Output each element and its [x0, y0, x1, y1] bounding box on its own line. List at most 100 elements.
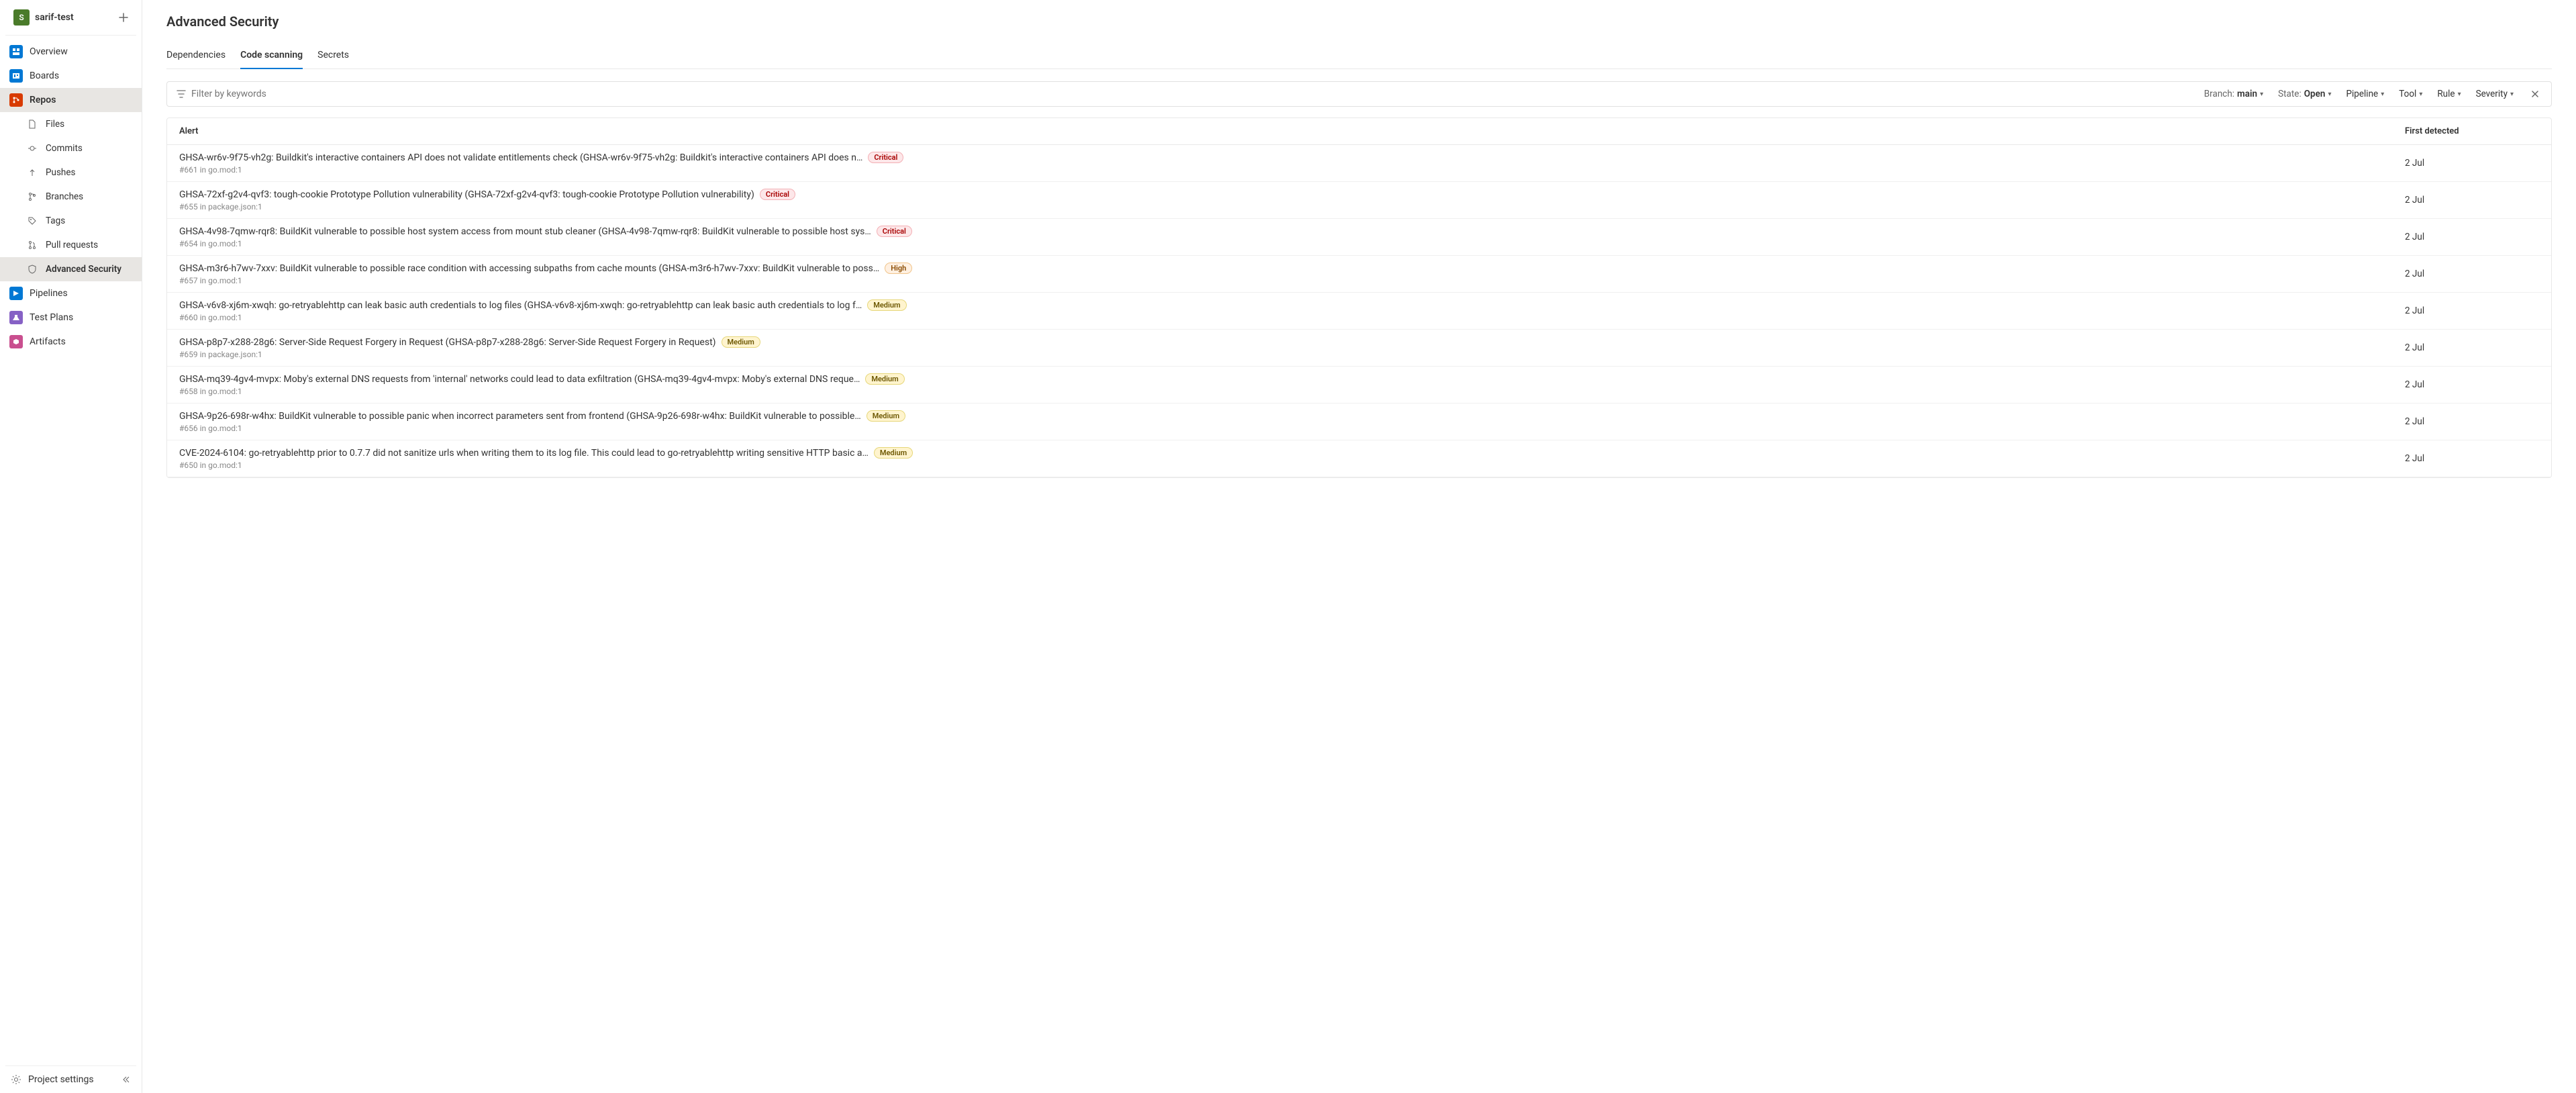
filter-tool[interactable]: Tool ▾	[2399, 89, 2422, 99]
overview-icon	[9, 45, 23, 58]
nav-project-settings[interactable]: Project settings	[9, 1073, 94, 1086]
col-first-detected[interactable]: First detected	[2405, 126, 2539, 136]
filter-label: Tool	[2399, 89, 2416, 99]
alert-location: #656 in go.mod:1	[179, 424, 2405, 433]
page-title: Advanced Security	[166, 13, 2552, 30]
sidebar: S sarif-test Overview Boards Repos	[0, 0, 142, 1093]
filter-state[interactable]: State: Open ▾	[2278, 89, 2331, 99]
row-main: CVE-2024-6104: go-retryablehttp prior to…	[179, 447, 2405, 470]
severity-badge: Medium	[874, 447, 913, 459]
alert-location: #655 in package.json:1	[179, 202, 2405, 211]
table-row[interactable]: GHSA-4v98-7qmw-rqr8: BuildKit vulnerable…	[167, 219, 2551, 256]
nav-label: Pushes	[46, 167, 76, 178]
row-main: GHSA-v6v8-xj6m-xwqh: go-retryablehttp ca…	[179, 299, 2405, 322]
nav-pipelines[interactable]: Pipelines	[0, 281, 142, 305]
clear-filters-button[interactable]	[2528, 90, 2542, 98]
row-main: GHSA-wr6v-9f75-vh2g: Buildkit's interact…	[179, 152, 2405, 175]
first-detected: 2 Jul	[2405, 269, 2539, 279]
table-row[interactable]: CVE-2024-6104: go-retryablehttp prior to…	[167, 440, 2551, 477]
table-row[interactable]: GHSA-wr6v-9f75-vh2g: Buildkit's interact…	[167, 145, 2551, 182]
alert-location: #650 in go.mod:1	[179, 461, 2405, 470]
filter-severity[interactable]: Severity ▾	[2476, 89, 2514, 99]
severity-badge: Medium	[722, 336, 760, 348]
tags-icon	[26, 214, 39, 228]
nav-test-plans[interactable]: Test Plans	[0, 305, 142, 330]
chevron-down-icon: ▾	[2458, 91, 2461, 98]
filter-label: State:	[2278, 89, 2301, 99]
first-detected: 2 Jul	[2405, 305, 2539, 316]
nav-overview[interactable]: Overview	[0, 40, 142, 64]
tab-dependencies[interactable]: Dependencies	[166, 43, 226, 68]
filter-search[interactable]	[177, 89, 2195, 99]
nav-label: Tags	[46, 216, 65, 226]
main-content: Advanced Security Dependencies Code scan…	[142, 0, 2576, 1093]
table-row[interactable]: GHSA-p8p7-x288-28g6: Server-Side Request…	[167, 330, 2551, 367]
first-detected: 2 Jul	[2405, 453, 2539, 464]
severity-badge: Medium	[867, 299, 906, 311]
add-icon[interactable]	[119, 13, 128, 22]
alert-location: #660 in go.mod:1	[179, 313, 2405, 322]
row-main: GHSA-72xf-g2v4-qvf3: tough-cookie Protot…	[179, 189, 2405, 211]
chevron-down-icon: ▾	[2510, 91, 2514, 98]
nav-pull-requests[interactable]: Pull requests	[0, 233, 142, 257]
project-switcher[interactable]: S sarif-test	[13, 9, 74, 26]
gear-icon	[9, 1073, 23, 1086]
table-row[interactable]: GHSA-v6v8-xj6m-xwqh: go-retryablehttp ca…	[167, 293, 2551, 330]
chevron-down-icon: ▾	[2381, 91, 2384, 98]
files-icon	[26, 117, 39, 131]
nav-advanced-security[interactable]: Advanced Security	[0, 257, 142, 281]
filter-value: Open	[2304, 89, 2326, 99]
collapse-icon[interactable]	[123, 1075, 132, 1084]
nav-tags[interactable]: Tags	[0, 209, 142, 233]
filter-icon	[177, 89, 186, 99]
filter-input[interactable]	[191, 89, 2195, 99]
nav-label: Project settings	[28, 1074, 94, 1085]
chevron-down-icon: ▾	[2260, 91, 2263, 98]
alert-title: GHSA-4v98-7qmw-rqr8: BuildKit vulnerable…	[179, 226, 871, 237]
nav-artifacts[interactable]: Artifacts	[0, 330, 142, 354]
alerts-table: Alert First detected GHSA-wr6v-9f75-vh2g…	[166, 117, 2552, 478]
alert-location: #659 in package.json:1	[179, 350, 2405, 359]
nav-commits[interactable]: Commits	[0, 136, 142, 160]
project-avatar: S	[13, 9, 30, 26]
sidebar-footer: Project settings	[5, 1065, 136, 1093]
artifacts-icon	[9, 335, 23, 348]
nav-list: Overview Boards Repos Files Commits Push…	[0, 36, 142, 1065]
tabs: Dependencies Code scanning Secrets	[166, 43, 2552, 69]
alert-location: #661 in go.mod:1	[179, 165, 2405, 175]
filter-branch[interactable]: Branch: main ▾	[2204, 89, 2263, 99]
filter-rule[interactable]: Rule ▾	[2437, 89, 2461, 99]
alert-title: CVE-2024-6104: go-retryablehttp prior to…	[179, 448, 869, 459]
alert-title: GHSA-v6v8-xj6m-xwqh: go-retryablehttp ca…	[179, 300, 862, 311]
testplans-icon	[9, 311, 23, 324]
nav-repos[interactable]: Repos	[0, 88, 142, 112]
severity-badge: Medium	[866, 410, 905, 422]
filter-label: Pipeline	[2346, 89, 2378, 99]
alert-location: #657 in go.mod:1	[179, 276, 2405, 285]
nav-files[interactable]: Files	[0, 112, 142, 136]
table-row[interactable]: GHSA-72xf-g2v4-qvf3: tough-cookie Protot…	[167, 182, 2551, 219]
first-detected: 2 Jul	[2405, 416, 2539, 427]
tab-secrets[interactable]: Secrets	[317, 43, 349, 68]
alert-title: GHSA-72xf-g2v4-qvf3: tough-cookie Protot…	[179, 189, 754, 200]
filter-value: main	[2237, 89, 2257, 99]
nav-label: Commits	[46, 143, 83, 154]
shield-icon	[26, 263, 39, 276]
filter-pipeline[interactable]: Pipeline ▾	[2346, 89, 2384, 99]
pulls-icon	[26, 238, 39, 252]
row-main: GHSA-9p26-698r-w4hx: BuildKit vulnerable…	[179, 410, 2405, 433]
nav-branches[interactable]: Branches	[0, 185, 142, 209]
table-row[interactable]: GHSA-m3r6-h7wv-7xxv: BuildKit vulnerable…	[167, 256, 2551, 293]
nav-pushes[interactable]: Pushes	[0, 160, 142, 185]
col-alert[interactable]: Alert	[179, 126, 2405, 136]
chevron-down-icon: ▾	[2328, 91, 2331, 98]
table-row[interactable]: GHSA-mq39-4gv4-mvpx: Moby's external DNS…	[167, 367, 2551, 403]
alert-title: GHSA-9p26-698r-w4hx: BuildKit vulnerable…	[179, 411, 861, 422]
chevron-down-icon: ▾	[2419, 91, 2422, 98]
table-row[interactable]: GHSA-9p26-698r-w4hx: BuildKit vulnerable…	[167, 403, 2551, 440]
nav-boards[interactable]: Boards	[0, 64, 142, 88]
first-detected: 2 Jul	[2405, 158, 2539, 169]
alert-title: GHSA-mq39-4gv4-mvpx: Moby's external DNS…	[179, 374, 860, 385]
tab-code-scanning[interactable]: Code scanning	[240, 43, 303, 68]
alert-location: #658 in go.mod:1	[179, 387, 2405, 396]
